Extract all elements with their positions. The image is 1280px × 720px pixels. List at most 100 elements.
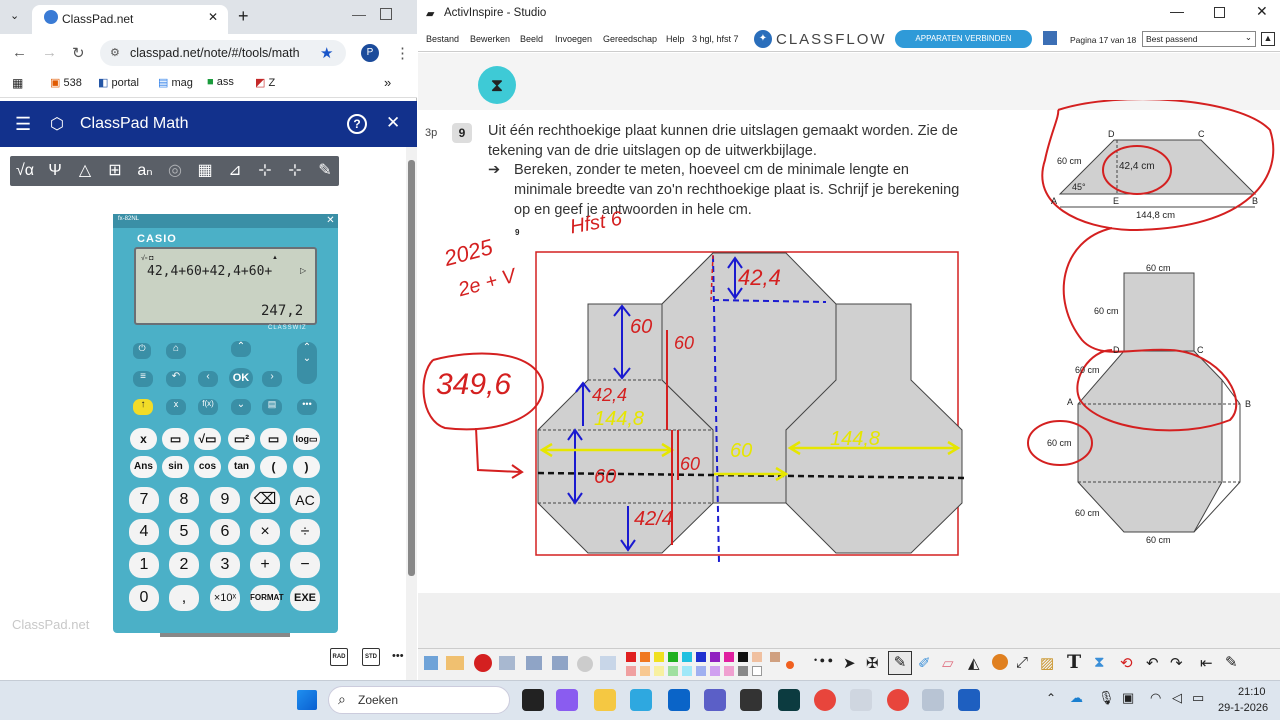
color-blue[interactable] — [696, 652, 706, 662]
eraser-icon[interactable]: ▱ — [942, 654, 954, 672]
key-log[interactable]: log▭ — [293, 428, 320, 450]
color-magenta[interactable] — [724, 652, 734, 662]
left-arrow-key[interactable]: ‹ — [198, 371, 218, 387]
wifi-icon[interactable]: ◠ — [1150, 690, 1161, 706]
shapes-icon[interactable]: ◭ — [968, 654, 980, 672]
tab-classpad[interactable]: ClassPad.net — [32, 5, 228, 34]
clock-date[interactable]: 29-1-2026 — [1218, 702, 1268, 714]
ok-key[interactable]: OK — [229, 368, 253, 388]
pen-size-dot[interactable] — [786, 661, 794, 669]
microphone-icon[interactable]: 🎙 — [1098, 690, 1115, 706]
activinspire-task-icon[interactable] — [922, 689, 944, 711]
calculator-close-icon[interactable]: ✕ — [324, 215, 337, 228]
tab-list-button[interactable]: ⌄ — [10, 9, 19, 22]
key-minus[interactable]: − — [290, 552, 320, 578]
ai-minimize-icon[interactable]: — — [1170, 3, 1184, 19]
hand-tool-icon[interactable]: ✠ — [866, 654, 879, 672]
color-light-purple[interactable] — [710, 666, 720, 676]
home-key[interactable]: ⌂ — [166, 343, 186, 359]
record-icon[interactable] — [474, 654, 492, 672]
tab-close-icon[interactable]: ✕ — [208, 10, 218, 24]
minimize-icon[interactable]: — — [352, 6, 366, 22]
color-light-cyan[interactable] — [682, 666, 692, 676]
color-light-magenta[interactable] — [724, 666, 734, 676]
phone-link-icon[interactable] — [740, 689, 762, 711]
more-bookmarks-icon[interactable]: » — [384, 75, 391, 90]
magic-ink-icon[interactable]: ▨ — [1040, 654, 1054, 672]
key-2[interactable]: 2 — [169, 552, 199, 578]
menu-toggle-icon[interactable]: ▲ — [1261, 32, 1275, 46]
profile-avatar[interactable]: P — [361, 44, 379, 62]
key-cos[interactable]: cos — [194, 456, 221, 478]
reset-page-icon[interactable]: ⟲ — [1120, 654, 1133, 672]
color-green[interactable] — [668, 652, 678, 662]
key-square[interactable]: ▭² — [228, 428, 255, 450]
bookmark-mag[interactable]: ▤ mag — [158, 76, 193, 89]
key-fraction[interactable]: ▭ — [162, 428, 189, 450]
word-icon[interactable] — [958, 689, 980, 711]
key-x[interactable]: x — [130, 428, 157, 450]
key-sin[interactable]: sin — [162, 456, 189, 478]
color-light-yellow[interactable] — [654, 666, 664, 676]
apps-icon[interactable]: ▦ — [12, 76, 23, 90]
revealer-icon[interactable]: ⧗ — [1094, 654, 1105, 671]
tool-table[interactable]: ⊞ — [102, 159, 128, 183]
color-light-blue[interactable] — [696, 666, 706, 676]
pen-tool-icon[interactable]: ✎ — [888, 651, 912, 675]
rad-button[interactable]: RAD — [330, 648, 348, 666]
color-light-orange[interactable] — [640, 666, 650, 676]
hamburger-menu-icon[interactable]: ☰ — [15, 114, 31, 135]
play-icon[interactable] — [577, 656, 593, 672]
color-tan[interactable] — [770, 652, 780, 662]
ai-close-icon[interactable]: ✕ — [1256, 3, 1268, 20]
key-tan[interactable]: tan — [228, 456, 255, 478]
tool-sqrt-alpha[interactable]: √α — [12, 159, 38, 183]
menu-beeld[interactable]: Beeld — [520, 34, 543, 44]
text-tool-icon[interactable]: T — [1067, 651, 1081, 673]
clock-time[interactable]: 21:10 — [1238, 686, 1266, 698]
pen-width-icons[interactable]: • ● ● — [814, 655, 833, 665]
url-input[interactable]: classpad.net/note/#/tools/math — [100, 40, 346, 66]
highlighter-icon[interactable]: ✐ — [918, 654, 931, 672]
tool-triangle[interactable]: ⊹ — [252, 159, 278, 183]
key-7[interactable]: 7 — [129, 487, 159, 513]
color-pink[interactable] — [626, 666, 636, 676]
key-close-paren[interactable]: ) — [293, 456, 320, 478]
tool-disabled[interactable]: ◎ — [162, 159, 188, 183]
key-3[interactable]: 3 — [210, 552, 240, 578]
select-arrow-icon[interactable]: ➤ — [843, 654, 856, 672]
start-icon[interactable] — [297, 690, 317, 710]
fill-icon[interactable] — [992, 654, 1008, 670]
on-key[interactable]: ⏻ — [133, 343, 151, 359]
color-grey[interactable] — [738, 666, 748, 676]
page-icon[interactable] — [600, 656, 616, 670]
menu-bewerken[interactable]: Bewerken — [470, 34, 510, 44]
maximize-icon[interactable] — [380, 8, 392, 20]
key-plus[interactable]: + — [250, 552, 280, 578]
link-app-icon[interactable] — [850, 689, 872, 711]
tool-calculator[interactable]: ▦ — [192, 159, 218, 183]
color-peach[interactable] — [752, 652, 762, 662]
connect-devices-button[interactable]: APPARATEN VERBINDEN — [895, 30, 1032, 48]
tray-chevron-icon[interactable]: ⌃ — [1046, 691, 1056, 705]
edge-icon[interactable] — [630, 689, 652, 711]
down-arrow-key[interactable]: ⌄ — [231, 399, 251, 415]
task-view-icon[interactable] — [522, 689, 544, 711]
bookmark-portal[interactable]: ◧ portal — [98, 76, 139, 89]
color-purple[interactable] — [710, 652, 720, 662]
bookmark-star-icon[interactable]: ★ — [320, 44, 333, 62]
color-red[interactable] — [626, 652, 636, 662]
key-ac[interactable]: AC — [290, 487, 320, 513]
back-icon[interactable]: ← — [12, 44, 27, 61]
tool-sequence[interactable]: aₙ — [132, 159, 158, 183]
chrome-icon[interactable] — [814, 689, 836, 711]
forward-icon[interactable]: → — [42, 44, 57, 61]
key-9[interactable]: 9 — [210, 487, 240, 513]
terminal-icon[interactable] — [778, 689, 800, 711]
outlook-icon[interactable] — [668, 689, 690, 711]
key-5[interactable]: 5 — [169, 519, 199, 545]
browsers-icon[interactable] — [446, 656, 464, 670]
key-ans[interactable]: Ans — [130, 456, 157, 478]
onedrive-icon[interactable]: ☁ — [1070, 690, 1083, 706]
key-exp[interactable]: ×10ˣ — [210, 585, 240, 611]
